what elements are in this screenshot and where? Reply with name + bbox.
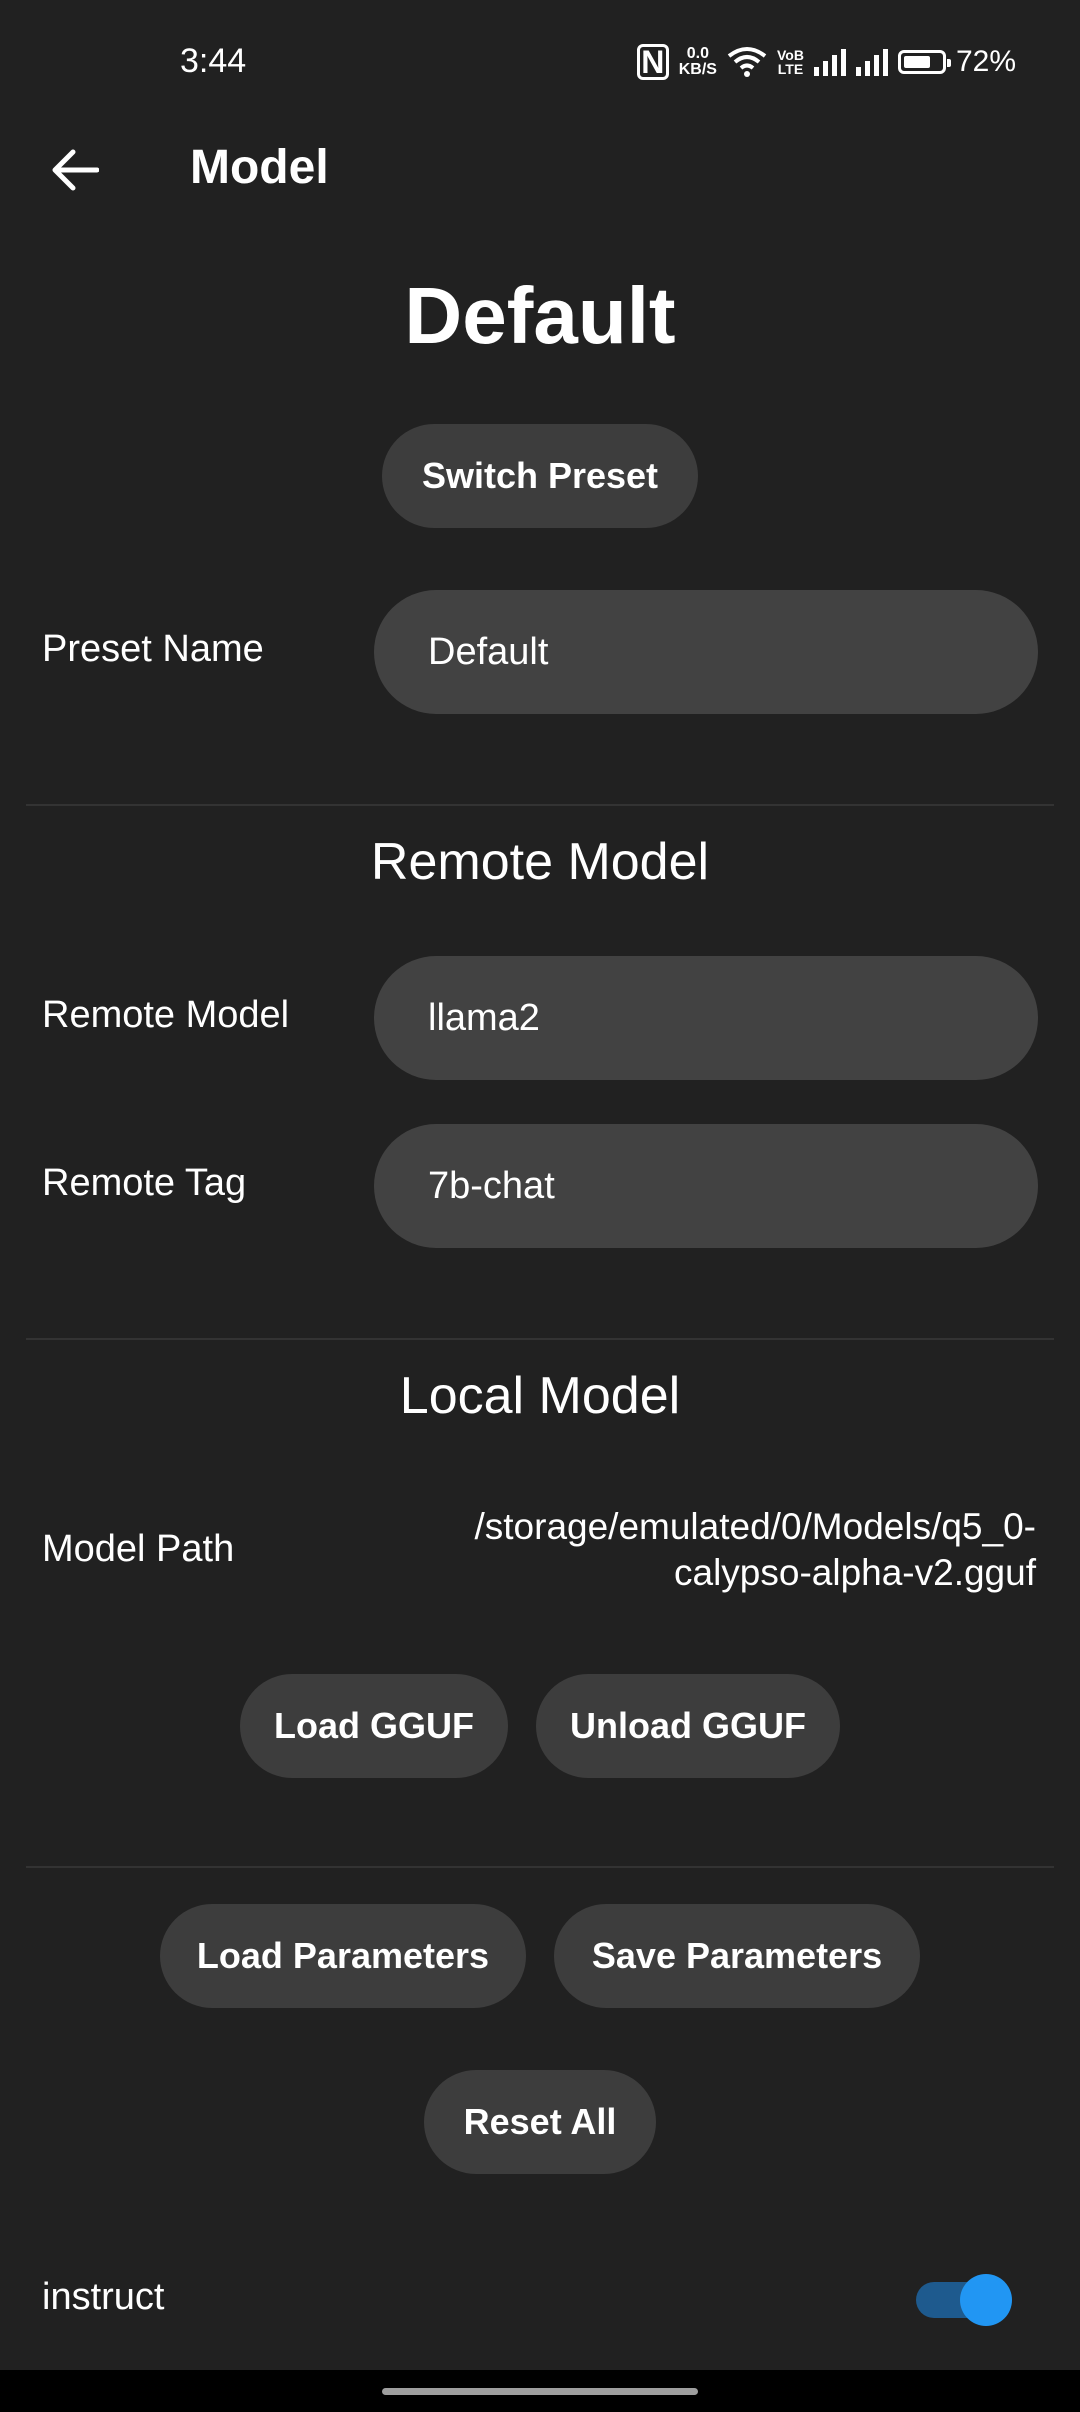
model-path-line-2: calypso-alpha-v2.gguf [674, 1552, 1036, 1593]
load-parameters-button[interactable]: Load Parameters [160, 1904, 526, 2008]
volte-top-text: VoB [776, 47, 804, 63]
instruct-label: instruct [42, 2276, 165, 2318]
signal-1-icon [813, 48, 846, 76]
remote-model-input[interactable]: llama2 [374, 956, 1038, 1080]
local-model-section-title: Local Model [399, 1367, 681, 1425]
arrow-left-icon [52, 149, 99, 191]
volte-bottom-text: LTE [777, 61, 804, 77]
load-gguf-button[interactable]: Load GGUF [240, 1674, 508, 1778]
network-speed-value: 0.0 [686, 45, 709, 62]
page-title: Default [404, 271, 676, 360]
wifi-icon [727, 47, 767, 77]
app-bar-title: Model [190, 141, 329, 194]
preset-name-label: Preset Name [42, 628, 264, 670]
remote-tag-label: Remote Tag [42, 1162, 247, 1204]
unload-gguf-button[interactable]: Unload GGUF [536, 1674, 840, 1778]
switch-preset-button[interactable]: Switch Preset [382, 424, 698, 528]
back-button[interactable] [40, 130, 110, 210]
remote-model-label: Remote Model [42, 994, 290, 1036]
model-path-label: Model Path [42, 1528, 235, 1570]
home-gesture-handle[interactable] [382, 2388, 698, 2395]
signal-2-icon [855, 48, 888, 76]
battery-percent: 72% [955, 45, 1016, 78]
instruct-toggle[interactable] [916, 2270, 1016, 2326]
divider [26, 804, 1054, 806]
status-time: 3:44 [180, 42, 247, 80]
reset-all-button[interactable]: Reset All [424, 2070, 656, 2174]
preset-name-input[interactable]: Default [374, 590, 1038, 714]
save-parameters-button[interactable]: Save Parameters [554, 1904, 920, 2008]
remote-model-section-title: Remote Model [370, 833, 710, 891]
model-path-value: /storage/emulated/0/Models/q5_0- calypso… [336, 1504, 1036, 1596]
divider [26, 1866, 1054, 1868]
network-speed: 0.0 KB/S [679, 46, 717, 78]
battery-icon [897, 50, 951, 74]
divider [26, 1338, 1054, 1340]
nfc-icon: N [636, 44, 669, 80]
network-speed-unit: KB/S [678, 61, 717, 78]
model-path-line-1: /storage/emulated/0/Models/q5_0- [474, 1506, 1036, 1547]
remote-tag-input[interactable]: 7b-chat [374, 1124, 1038, 1248]
volte-icon: VoB LTE [777, 48, 804, 76]
toggle-thumb [960, 2274, 1012, 2326]
status-icons: N 0.0 KB/S VoB LTE 72% [636, 40, 1016, 84]
